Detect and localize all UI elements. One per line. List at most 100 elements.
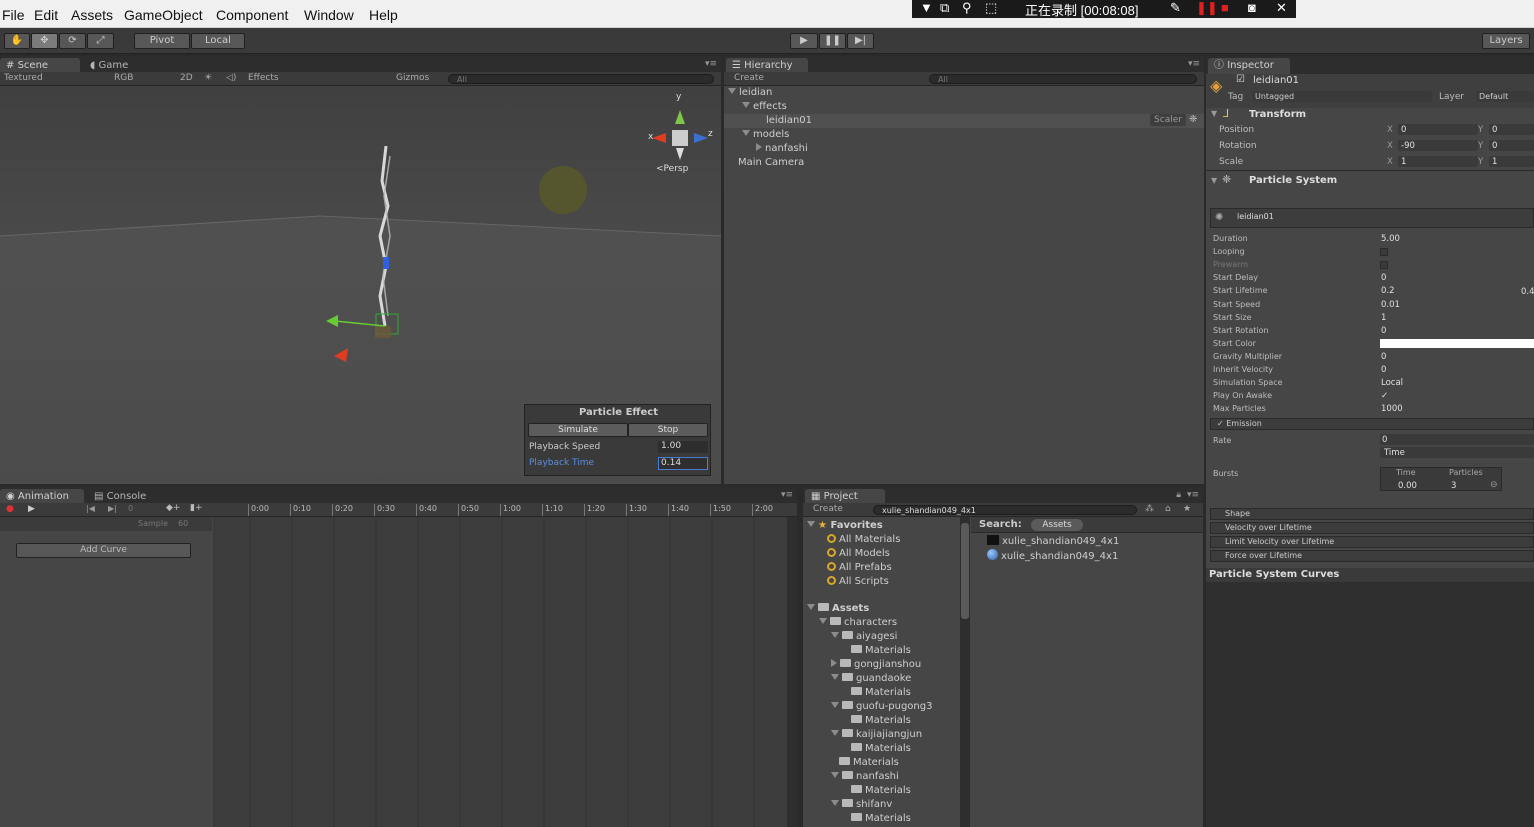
asset-folder[interactable]: Materials — [851, 686, 911, 700]
hierarchy-item[interactable]: Main Camera — [738, 156, 804, 170]
dropdown-icon[interactable]: ▼ — [920, 0, 933, 15]
pivot-toggle[interactable]: Pivot — [134, 33, 190, 49]
ps-row-value[interactable]: 0.2 — [1381, 286, 1395, 296]
expand-icon[interactable] — [742, 102, 750, 108]
stop-record-icon[interactable]: ■ — [1221, 0, 1229, 15]
playback-speed-input[interactable]: 1.00 — [658, 441, 708, 453]
foldout-icon[interactable]: ▼ — [1211, 176, 1217, 185]
asset-folder[interactable]: characters — [819, 616, 897, 630]
start-color-swatch[interactable] — [1380, 339, 1534, 348]
asset-folder[interactable]: guandaoke — [831, 672, 911, 686]
panel-menu-icon[interactable]: ▾≡ — [781, 490, 793, 500]
ps-row-value[interactable]: 1 — [1381, 313, 1386, 323]
pause-record-icon[interactable]: ❚❚ — [1196, 0, 1218, 16]
asset-folder[interactable]: Materials — [851, 812, 911, 826]
layers-dropdown[interactable]: Layers — [1482, 33, 1530, 49]
favorite-item[interactable]: All Materials — [827, 533, 900, 547]
emission-module-header[interactable]: ✓ Emission — [1210, 418, 1534, 430]
velocity-module-header[interactable]: Velocity over Lifetime — [1210, 522, 1534, 534]
anim-play-icon[interactable]: ▶ — [28, 504, 35, 514]
expand-icon[interactable] — [831, 702, 839, 708]
next-key-icon[interactable]: ▶| — [108, 504, 117, 513]
region-icon[interactable]: ⬚ — [985, 0, 997, 16]
camera-icon[interactable]: ◙ — [1248, 0, 1256, 15]
asset-folder[interactable]: aiyagesi — [831, 630, 897, 644]
project-search-input[interactable]: xulie_shandian049_4x1 — [873, 505, 1137, 515]
favorite-item[interactable]: All Scripts — [827, 575, 889, 589]
asset-folder[interactable]: Materials — [839, 756, 899, 770]
menu-window[interactable]: Window — [304, 7, 354, 23]
record-icon[interactable]: ● — [6, 504, 14, 514]
animation-scrollbar[interactable] — [787, 517, 797, 827]
particle-curves-header[interactable]: Particle System Curves — [1206, 568, 1534, 582]
audio-icon[interactable]: ◁) — [226, 73, 236, 83]
asset-folder[interactable]: Materials — [851, 714, 911, 728]
effects-dropdown[interactable]: Effects — [248, 73, 279, 83]
expand-icon[interactable] — [831, 632, 839, 638]
expand-icon[interactable] — [742, 130, 750, 136]
ps-row-value[interactable]: 0 — [1381, 365, 1386, 375]
ps-checkbox[interactable] — [1380, 261, 1388, 270]
menu-edit[interactable]: Edit — [34, 7, 58, 23]
playback-time-input[interactable]: 0.14 — [658, 457, 708, 470]
menu-help[interactable]: Help — [369, 7, 398, 23]
asset-folder[interactable]: Materials — [851, 742, 911, 756]
add-event-icon[interactable]: ▮+ — [190, 503, 203, 513]
render-dropdown[interactable]: RGB — [114, 73, 133, 83]
asset-folder[interactable]: gongjianshou — [831, 658, 921, 672]
assets-header[interactable]: Assets — [807, 602, 869, 616]
object-name-field[interactable]: leidian01 — [1253, 75, 1299, 86]
panel-menu-icon[interactable]: ▾≡ — [1187, 490, 1199, 500]
remove-burst-icon[interactable]: ⊖ — [1490, 480, 1498, 490]
asset-folder[interactable]: guofu-pugong3 — [831, 700, 932, 714]
zoom-icon[interactable]: ⚲ — [962, 0, 972, 16]
play-button[interactable]: ▶ — [790, 33, 818, 49]
add-curve-button[interactable]: Add Curve — [16, 543, 191, 558]
position-x-field[interactable] — [1398, 124, 1478, 135]
ps-row-value[interactable]: 0 — [1381, 326, 1386, 336]
expand-icon[interactable] — [807, 521, 815, 527]
lock-icon[interactable]: 🔒︎ — [1176, 490, 1181, 500]
scale-x-field[interactable] — [1398, 156, 1478, 167]
tag-dropdown[interactable]: Untagged — [1252, 91, 1432, 102]
favorite-item[interactable]: All Prefabs — [827, 561, 892, 575]
expand-icon[interactable] — [807, 604, 815, 610]
simulate-button[interactable]: Simulate — [528, 423, 628, 437]
ps-row-value[interactable]: 5.00 — [1381, 234, 1400, 244]
filter-label-icon[interactable]: ⌂ — [1165, 504, 1171, 514]
search-result[interactable]: xulie_shandian049_4x1 — [987, 549, 1118, 563]
filter-type-icon[interactable]: ⁂ — [1145, 504, 1154, 514]
curves-area[interactable] — [1206, 582, 1534, 827]
menu-component[interactable]: Component — [216, 7, 288, 23]
ps-row-value[interactable]: 0 — [1381, 273, 1386, 283]
collapsed-icon[interactable] — [831, 659, 837, 667]
gizmos-dropdown[interactable]: Gizmos — [396, 73, 429, 83]
hierarchy-item-selected[interactable]: leidian01 — [724, 114, 1204, 128]
add-key-icon[interactable]: ◆+ — [166, 503, 180, 513]
expand-icon[interactable] — [819, 618, 827, 624]
scale-tool-button[interactable]: ⤢ — [87, 33, 114, 49]
close-icon[interactable]: ✕ — [1276, 0, 1287, 16]
limit-velocity-module-header[interactable]: Limit Velocity over Lifetime — [1210, 536, 1534, 548]
ps-row-value[interactable]: 0 — [1381, 352, 1386, 362]
prev-key-icon[interactable]: |◀ — [86, 504, 95, 513]
hierarchy-item[interactable]: models — [742, 128, 789, 142]
expand-icon[interactable] — [831, 730, 839, 736]
search-result[interactable]: xulie_shandian049_4x1 — [987, 535, 1119, 549]
scaler-badge[interactable]: Scaler — [1150, 114, 1186, 126]
sample-value[interactable]: 60 — [178, 519, 188, 528]
force-module-header[interactable]: Force over Lifetime — [1210, 550, 1534, 562]
panel-menu-icon[interactable]: ▾≡ — [705, 59, 717, 69]
menu-gameobject[interactable]: GameObject — [124, 7, 203, 23]
favorites-header[interactable]: ★ Favorites — [807, 519, 883, 533]
dopesheet-area[interactable] — [213, 517, 788, 827]
pen-icon[interactable]: ✎ — [1170, 0, 1181, 16]
window-icon[interactable]: ⧉ — [940, 0, 949, 16]
ps-row-value[interactable]: Local — [1381, 378, 1403, 388]
expand-icon[interactable] — [728, 88, 736, 94]
favorite-icon[interactable]: ★ — [1183, 504, 1191, 514]
burst-time[interactable]: 0.00 — [1398, 481, 1417, 491]
active-checkbox[interactable]: ☑ — [1236, 74, 1245, 85]
hierarchy-item[interactable]: leidian — [728, 86, 772, 100]
ps-row-value[interactable]: ✓ — [1381, 391, 1388, 401]
